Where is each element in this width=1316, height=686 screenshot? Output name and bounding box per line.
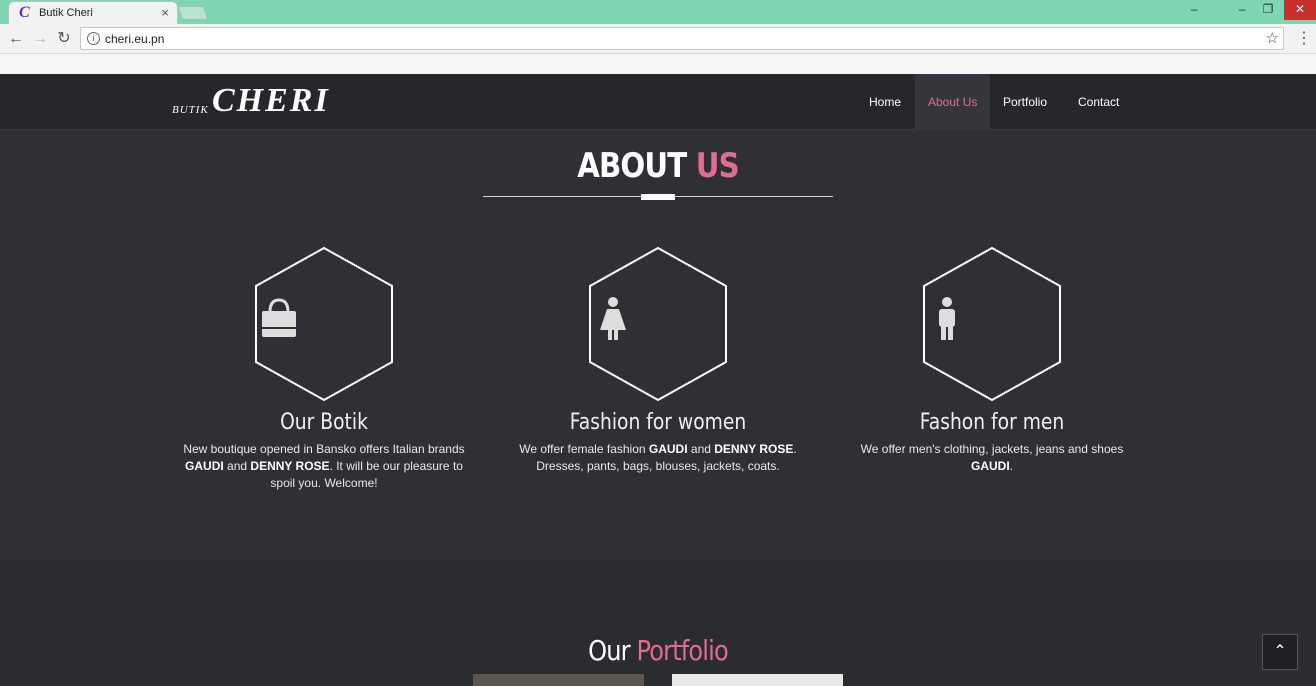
feature-text: We offer men's clothing, jackets, jeans …: [860, 442, 1124, 473]
nav-home[interactable]: Home: [856, 74, 914, 130]
portfolio-thumbnail[interactable]: [672, 674, 843, 686]
website: BUTIK CHERI Home About Us Portfolio Cont…: [0, 74, 1316, 686]
nav-contact[interactable]: Contact: [1065, 74, 1132, 130]
tab-close-icon[interactable]: ×: [161, 5, 169, 20]
hexagon-frame: [588, 246, 728, 402]
reload-icon[interactable]: ↻: [54, 29, 74, 49]
feature-title: Fashion for women: [569, 410, 747, 435]
portfolio-title-part2: Portfolio: [636, 634, 729, 667]
feature-our-botik: Our Botik New boutique opened in Bansko …: [169, 246, 479, 492]
browser-menu-icon[interactable]: ⋮: [1296, 28, 1312, 48]
title-divider-block: [641, 194, 675, 200]
portfolio-thumbnail[interactable]: [473, 674, 644, 686]
tab-title: Butik Cheri: [39, 7, 93, 19]
info-icon[interactable]: i: [87, 32, 100, 45]
nav-portfolio[interactable]: Portfolio: [990, 74, 1060, 130]
about-title-part1: ABOUT: [577, 146, 687, 186]
forward-arrow-icon[interactable]: →: [30, 29, 50, 49]
hexagon-frame: [254, 246, 394, 402]
portfolio-section: [0, 560, 1316, 686]
new-tab-button[interactable]: [177, 6, 209, 20]
window-close-button[interactable]: ✕: [1284, 0, 1316, 20]
minimize-icon[interactable]: –: [1180, 0, 1208, 20]
portfolio-title: Our Portfolio: [92, 634, 1224, 667]
browser-tab[interactable]: C Butik Cheri ×: [8, 1, 178, 24]
feature-fashion-women: Fashion for women We offer female fashio…: [503, 246, 813, 475]
page-top-gap: [0, 54, 1316, 74]
feature-text: New boutique opened in Bansko offers Ita…: [183, 442, 465, 490]
scroll-to-top-button[interactable]: ⌃: [1262, 634, 1298, 670]
back-arrow-icon[interactable]: ←: [6, 29, 26, 49]
address-bar[interactable]: i cheri.eu.pn ☆: [80, 27, 1284, 50]
feature-text: We offer female fashion GAUDI and DENNY …: [519, 442, 797, 473]
logo-big-text: CHERI: [212, 82, 330, 119]
window-restore-button[interactable]: ❐: [1254, 0, 1282, 20]
window-minimize-button[interactable]: –: [1228, 0, 1256, 20]
nav-about-us[interactable]: About Us: [915, 74, 991, 130]
url-text[interactable]: cheri.eu.pn: [105, 32, 164, 46]
site-navbar: BUTIK CHERI Home About Us Portfolio Cont…: [0, 74, 1316, 130]
browser-toolbar: ← → ↻ i cheri.eu.pn ☆ ⋮: [0, 24, 1316, 54]
logo-small-text: BUTIK: [172, 104, 209, 116]
site-favicon-icon: C: [19, 4, 30, 21]
bookmark-star-icon[interactable]: ☆: [1266, 29, 1279, 47]
browser-titlebar: C Butik Cheri × – – ❐ ✕: [0, 0, 1316, 24]
about-title-part2: US: [695, 146, 740, 186]
portfolio-title-part1: Our: [588, 634, 630, 667]
hexagon-frame: [922, 246, 1062, 402]
feature-fashion-men: Fashon for men We offer men's clothing, …: [837, 246, 1147, 475]
about-title: ABOUT US: [92, 146, 1224, 186]
feature-title: Our Botik: [280, 410, 368, 435]
feature-title: Fashon for men: [919, 410, 1065, 435]
